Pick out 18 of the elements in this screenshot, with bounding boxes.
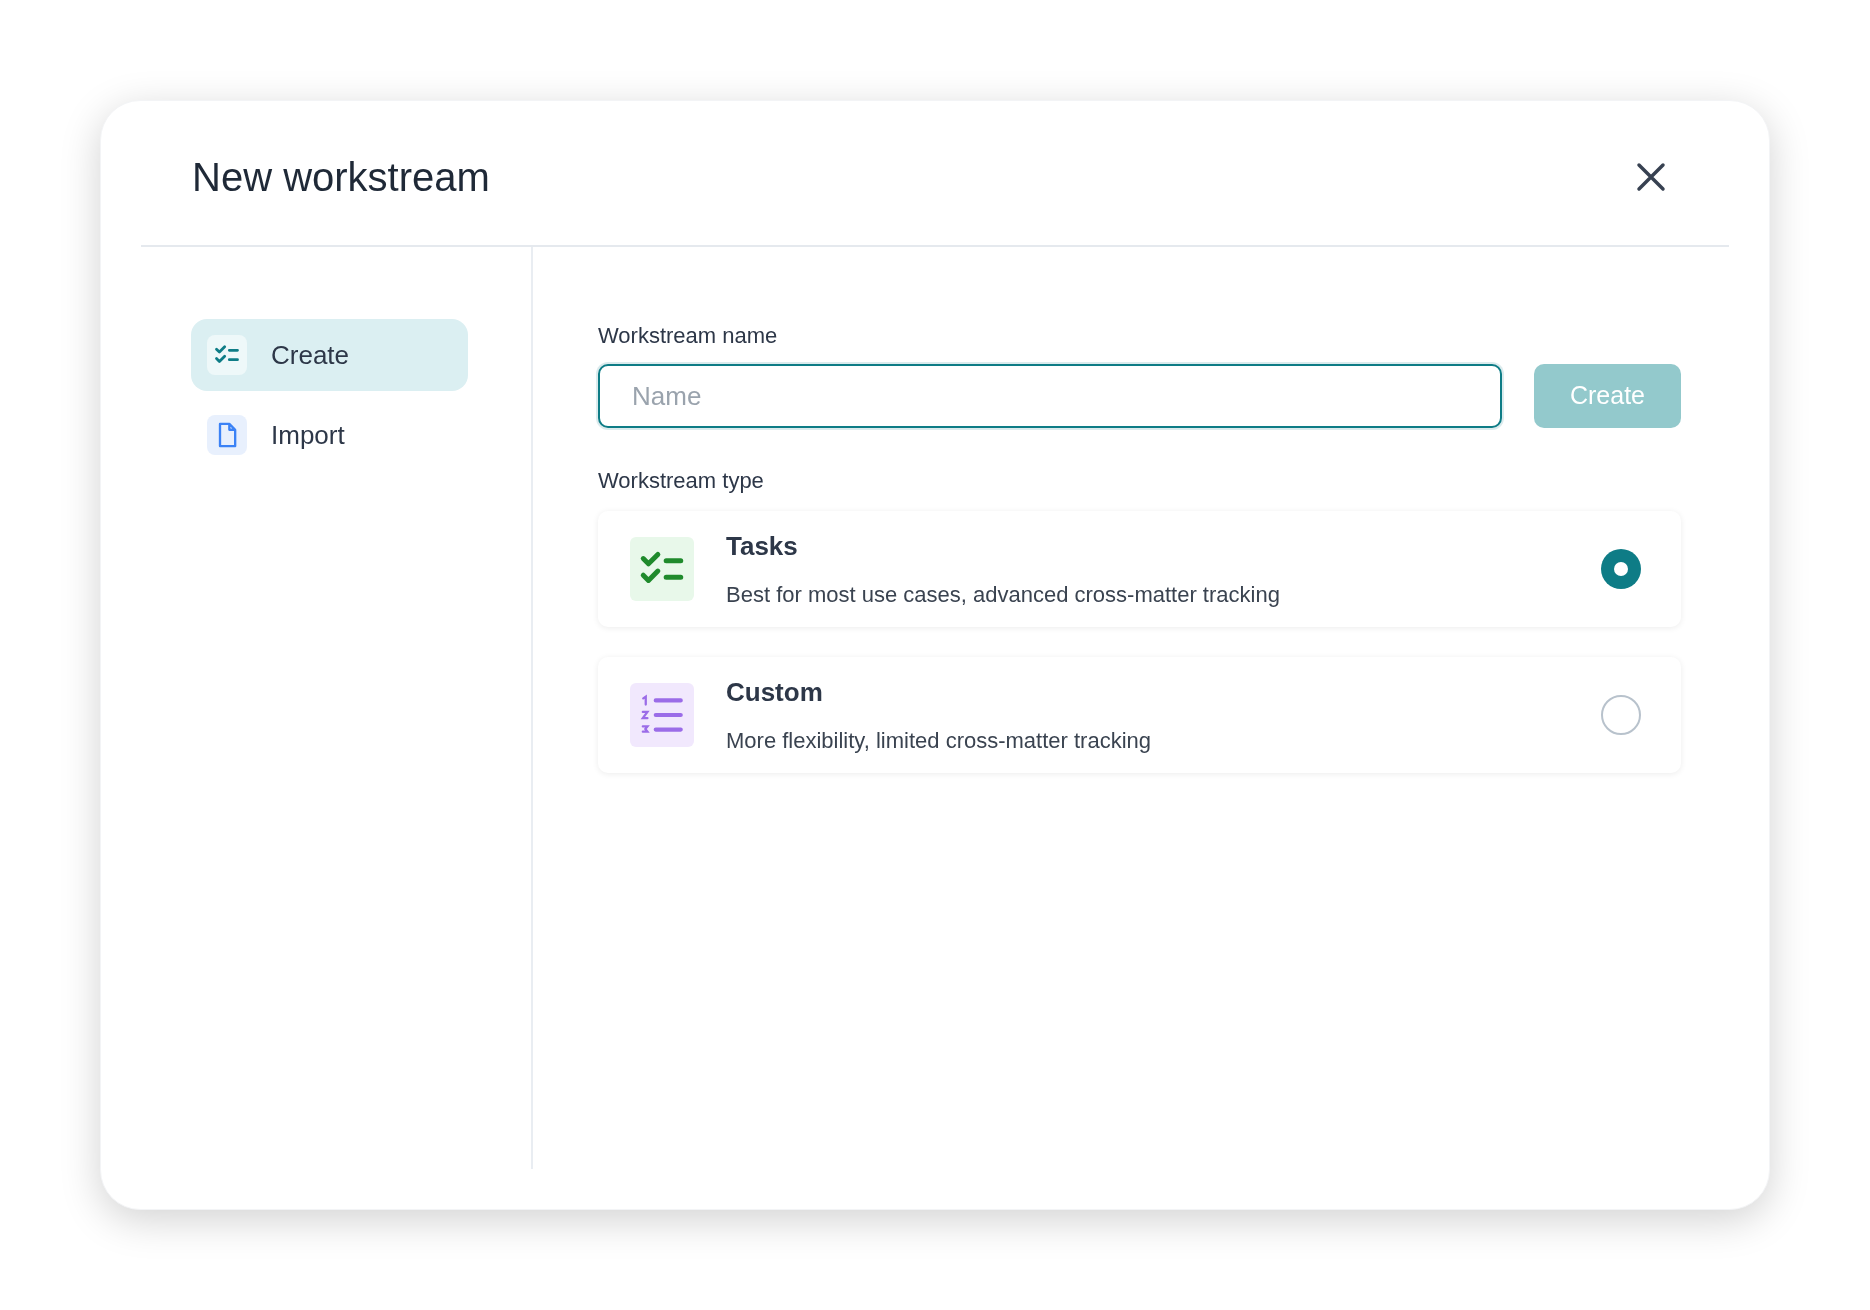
field-label: Workstream name (598, 322, 779, 350)
radio-button[interactable] (1601, 549, 1641, 589)
numbered-list-icon (630, 683, 694, 747)
name-input-field[interactable]: Name (598, 364, 1502, 428)
radio-button[interactable] (1601, 695, 1641, 735)
dialog-title: New workstream (192, 154, 490, 201)
option-title: Custom (726, 676, 824, 709)
sidebar-item[interactable]: Create (191, 319, 468, 391)
document-icon (207, 415, 247, 455)
type-option-card[interactable]: Tasks Best for most use cases, advanced cross-matter tracking (598, 511, 1681, 627)
type-option-card[interactable]: Custom More flexibility, limited cross-matter tracking (598, 657, 1681, 773)
option-title: Tasks (726, 530, 799, 563)
field-label: Workstream type (598, 467, 765, 495)
option-description: Best for most use cases, advanced cross-matter tracking (726, 581, 1281, 609)
sidebar-item[interactable]: Import (191, 399, 468, 471)
option-description: More flexibility, limited cross-matter tracking (726, 727, 1153, 755)
checklist-icon (207, 335, 247, 375)
checklist-icon (630, 537, 694, 601)
